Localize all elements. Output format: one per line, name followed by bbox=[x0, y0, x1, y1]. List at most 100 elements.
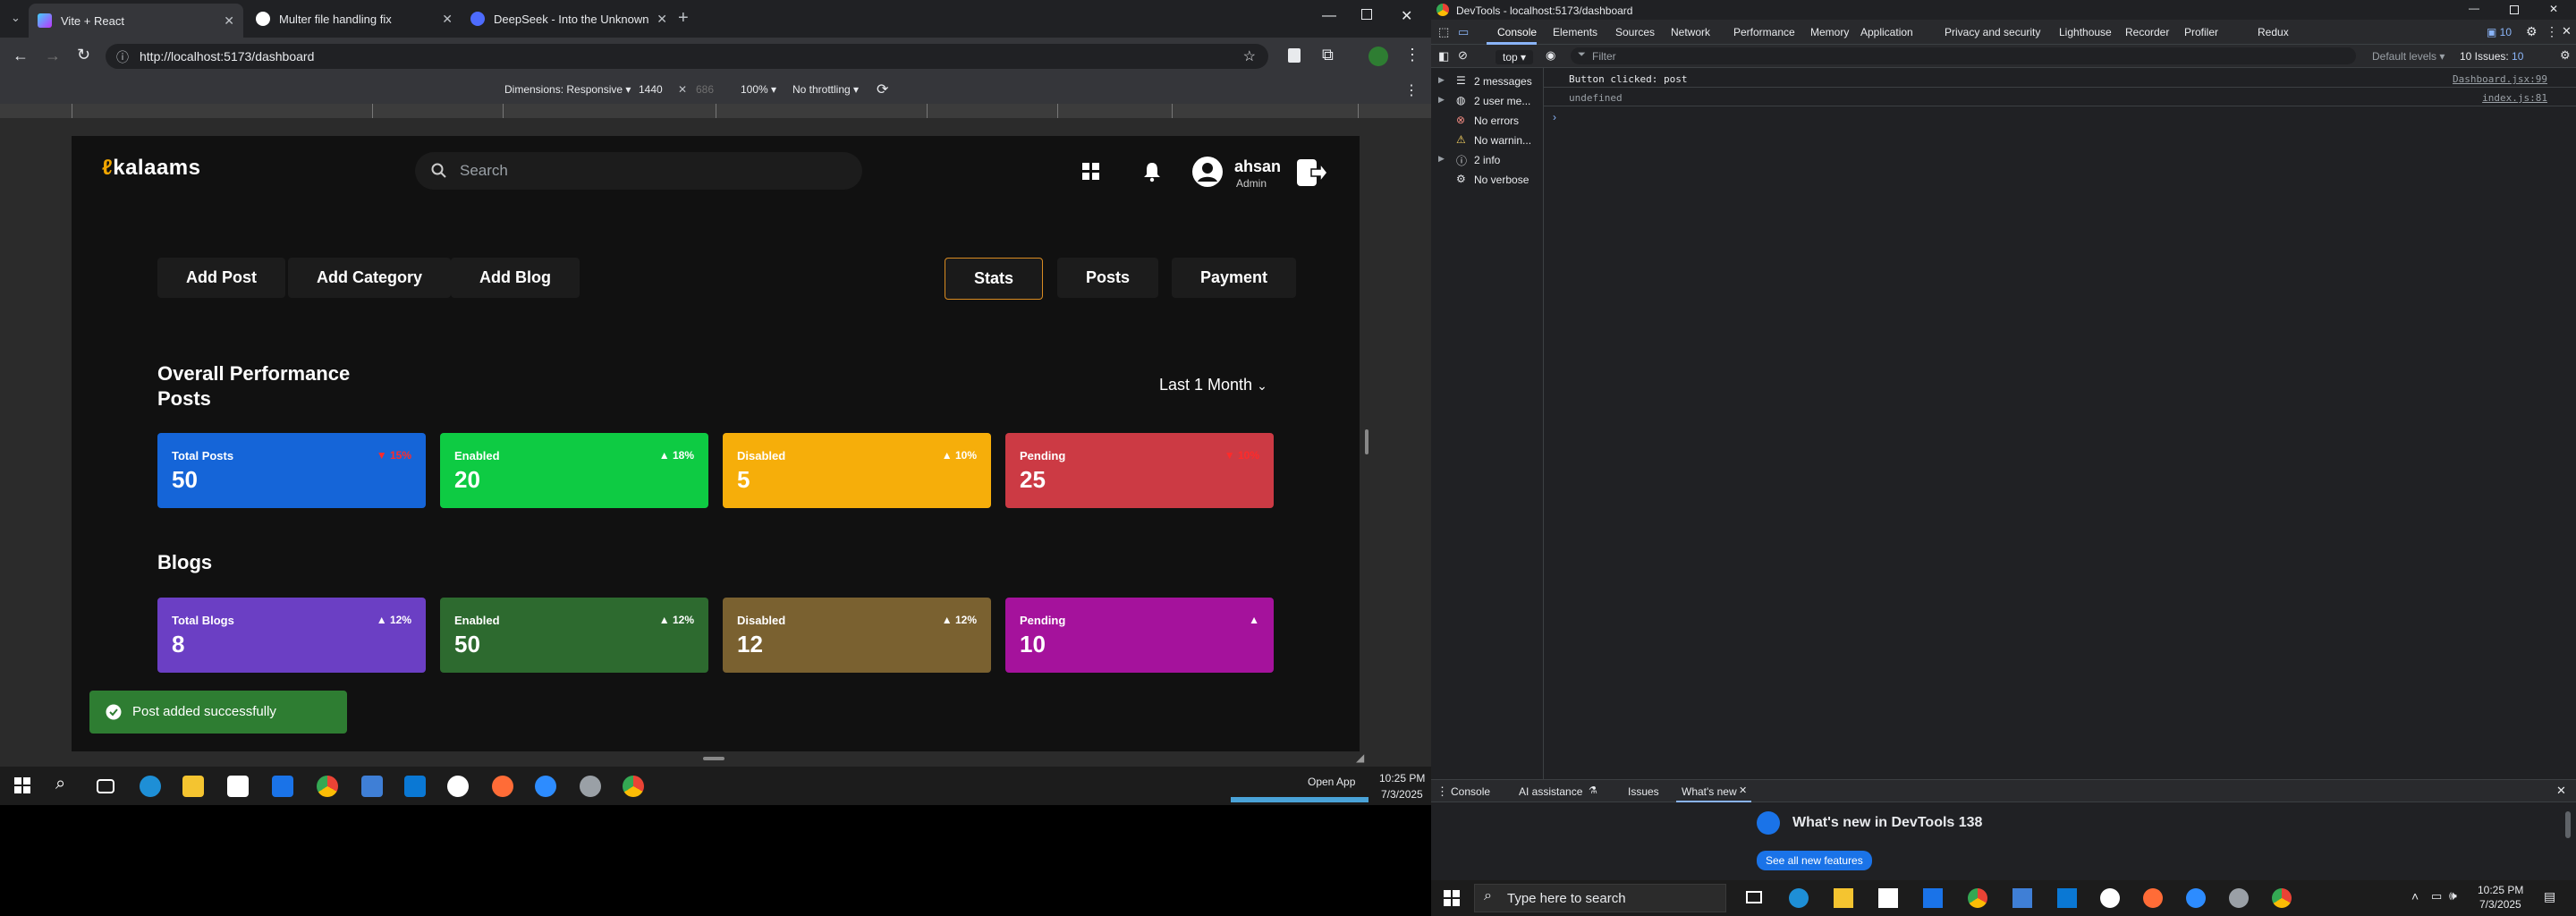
drawer-tab-issues[interactable]: Issues bbox=[1628, 785, 1659, 798]
console-settings-icon[interactable]: ⚙ bbox=[2560, 48, 2571, 63]
blog-card[interactable]: Disabled 12 ▲ 12% bbox=[723, 598, 991, 673]
file-explorer-icon[interactable] bbox=[182, 776, 204, 797]
restore-icon[interactable] bbox=[1361, 9, 1372, 20]
drawer-tab-ai-assistance[interactable]: AI assistance bbox=[1519, 785, 1582, 798]
close-devtools-icon[interactable]: ✕ bbox=[2562, 24, 2572, 38]
issues-badge[interactable]: ▣ 10 bbox=[2487, 26, 2512, 38]
drawer-tab-whats-new[interactable]: What's new bbox=[1682, 785, 1737, 798]
forward-icon[interactable]: → bbox=[45, 47, 61, 65]
sidebar-toggle-icon[interactable]: ◧ bbox=[1438, 49, 1449, 64]
close-tab-icon[interactable]: ✕ bbox=[442, 12, 453, 27]
sidebar-item-list[interactable]: ▶ ☰ 2 messages bbox=[1431, 73, 1544, 91]
reload-icon[interactable]: ↻ bbox=[77, 46, 90, 64]
rotate-icon[interactable]: ⟳ bbox=[877, 81, 888, 98]
blog-card[interactable]: Enabled 50 ▲ 12% bbox=[440, 598, 708, 673]
close-drawer-icon[interactable]: ✕ bbox=[2556, 784, 2566, 798]
close-window-icon[interactable]: ✕ bbox=[2549, 3, 2558, 15]
vscode-icon[interactable] bbox=[404, 776, 426, 797]
live-expression-eye-icon[interactable]: ◉ bbox=[1546, 48, 1555, 63]
close-tab-icon[interactable]: ✕ bbox=[657, 12, 667, 27]
network-icon[interactable]: ▭ bbox=[2431, 889, 2442, 903]
expand-triangle-icon[interactable]: ▶ bbox=[1438, 154, 1445, 164]
devtools-tab-profiler[interactable]: Profiler bbox=[2184, 26, 2218, 38]
close-drawer-tab-icon[interactable]: ✕ bbox=[1739, 785, 1747, 796]
avatar[interactable] bbox=[1191, 156, 1224, 188]
edge-icon[interactable] bbox=[1789, 888, 1809, 908]
close-tab-icon[interactable]: ✕ bbox=[224, 13, 234, 29]
devtools-tab-network[interactable]: Network bbox=[1671, 26, 1710, 38]
profile-avatar[interactable] bbox=[1368, 47, 1388, 66]
throttling-select[interactable]: No throttling ▾ bbox=[792, 83, 859, 96]
edge-icon[interactable] bbox=[140, 776, 161, 797]
menu-kebab-icon[interactable]: ⋮ bbox=[1404, 46, 1420, 64]
sidebar-item-info[interactable]: ▶ ⓘ 2 info bbox=[1431, 152, 1544, 170]
volume-icon[interactable]: 🕪 bbox=[2449, 888, 2457, 903]
bell-icon[interactable] bbox=[1141, 161, 1163, 182]
tab-vite-react[interactable]: Vite + React ✕ bbox=[29, 4, 243, 38]
post-card[interactable]: Pending 25 ▼ 10% bbox=[1005, 433, 1274, 508]
search-input[interactable]: Search bbox=[415, 152, 862, 190]
post-card[interactable]: Total Posts 50 ▼ 15% bbox=[157, 433, 426, 508]
post-card[interactable]: Enabled 20 ▲ 18% bbox=[440, 433, 708, 508]
context-select[interactable]: top ▾ bbox=[1496, 50, 1534, 64]
success-toast[interactable]: Post added successfully bbox=[89, 691, 347, 734]
windows-start-icon[interactable] bbox=[14, 777, 30, 793]
logout-icon[interactable] bbox=[1297, 159, 1327, 186]
console-prompt-icon[interactable]: › bbox=[1553, 111, 1556, 123]
tab-payment[interactable]: Payment bbox=[1172, 258, 1297, 298]
puzzle-extensions-icon[interactable]: ⧉ bbox=[1322, 46, 1334, 64]
sidebar-item-user[interactable]: ▶ ◍ 2 user me... bbox=[1431, 93, 1544, 111]
minimize-icon[interactable]: — bbox=[1322, 8, 1336, 24]
app-icon[interactable] bbox=[2100, 888, 2120, 908]
mail-icon[interactable] bbox=[1923, 888, 1943, 908]
tab-multer[interactable]: Multer file handling fix ✕ bbox=[247, 5, 462, 32]
add-post-button[interactable]: Add Post bbox=[157, 258, 285, 298]
grid-apps-icon[interactable] bbox=[1082, 163, 1100, 181]
app-icon[interactable] bbox=[2229, 888, 2249, 908]
site-info-icon[interactable]: ⓘ bbox=[116, 48, 129, 66]
tab-deepseek[interactable]: DeepSeek - Into the Unknown ✕ bbox=[462, 5, 676, 32]
file-explorer-icon[interactable] bbox=[1834, 888, 1853, 908]
devtools-tab-elements[interactable]: Elements bbox=[1553, 26, 1597, 38]
period-select[interactable]: Last 1 Month ⌄ bbox=[1159, 376, 1267, 394]
device-more-icon[interactable]: ⋮ bbox=[1404, 81, 1419, 99]
zoom-icon[interactable] bbox=[2186, 888, 2206, 908]
devtools-tab-lighthouse[interactable]: Lighthouse bbox=[2059, 26, 2112, 38]
inspect-element-icon[interactable]: ⬚ bbox=[1438, 25, 1449, 39]
notification-icon[interactable]: ▤ bbox=[2544, 889, 2555, 904]
vscode-icon[interactable] bbox=[2057, 888, 2077, 908]
devtools-tab-privacy-and-security[interactable]: Privacy and security bbox=[1945, 26, 2040, 38]
devtools-tab-sources[interactable]: Sources bbox=[1615, 26, 1655, 38]
post-card[interactable]: Disabled 5 ▲ 10% bbox=[723, 433, 991, 508]
resize-handle-right[interactable] bbox=[1365, 429, 1368, 454]
width-input[interactable]: 1440 bbox=[639, 83, 663, 96]
store-icon[interactable] bbox=[227, 776, 249, 797]
app-icon[interactable] bbox=[447, 776, 469, 797]
console-filter-input[interactable]: ⏷ Filter bbox=[1571, 47, 2356, 64]
device-toggle-icon[interactable]: ▭ bbox=[1458, 25, 1469, 39]
devtools-tab-console[interactable]: Console bbox=[1497, 26, 1537, 38]
height-input[interactable]: 686 bbox=[696, 83, 714, 96]
resize-corner-icon[interactable]: ◢ bbox=[1356, 751, 1364, 764]
extension-icon[interactable] bbox=[1288, 48, 1301, 63]
drawer-tab-console[interactable]: Console bbox=[1451, 785, 1490, 798]
blog-card[interactable]: Pending 10 ▲ bbox=[1005, 598, 1274, 673]
log-source-link[interactable]: index.js:81 bbox=[2482, 92, 2547, 104]
chrome-taskbar-icon[interactable] bbox=[317, 776, 338, 797]
zoom-icon[interactable] bbox=[535, 776, 556, 797]
log-levels-select[interactable]: Default levels ▾ bbox=[2372, 50, 2445, 63]
close-window-icon[interactable]: ✕ bbox=[1401, 7, 1412, 25]
mail-icon[interactable] bbox=[272, 776, 293, 797]
url-input[interactable]: ⓘ http://localhost:5173/dashboard ☆ bbox=[106, 44, 1268, 69]
tray-chevron-icon[interactable]: ˄ bbox=[2411, 889, 2419, 903]
clear-console-icon[interactable]: ⊘ bbox=[1458, 48, 1468, 63]
sidebar-item-error[interactable]: ⊗ No errors bbox=[1431, 113, 1544, 131]
taskbar-search-input[interactable]: ⌕ Type here to search bbox=[1474, 884, 1726, 912]
more-options-icon[interactable]: ⋮ bbox=[2546, 24, 2558, 39]
blog-card[interactable]: Total Blogs 8 ▲ 12% bbox=[157, 598, 426, 673]
devtools-tab-performance[interactable]: Performance bbox=[1733, 26, 1795, 38]
postman-icon[interactable] bbox=[2143, 888, 2163, 908]
postman-icon[interactable] bbox=[492, 776, 513, 797]
app-icon[interactable] bbox=[2012, 888, 2032, 908]
add-category-button[interactable]: Add Category bbox=[288, 258, 452, 298]
